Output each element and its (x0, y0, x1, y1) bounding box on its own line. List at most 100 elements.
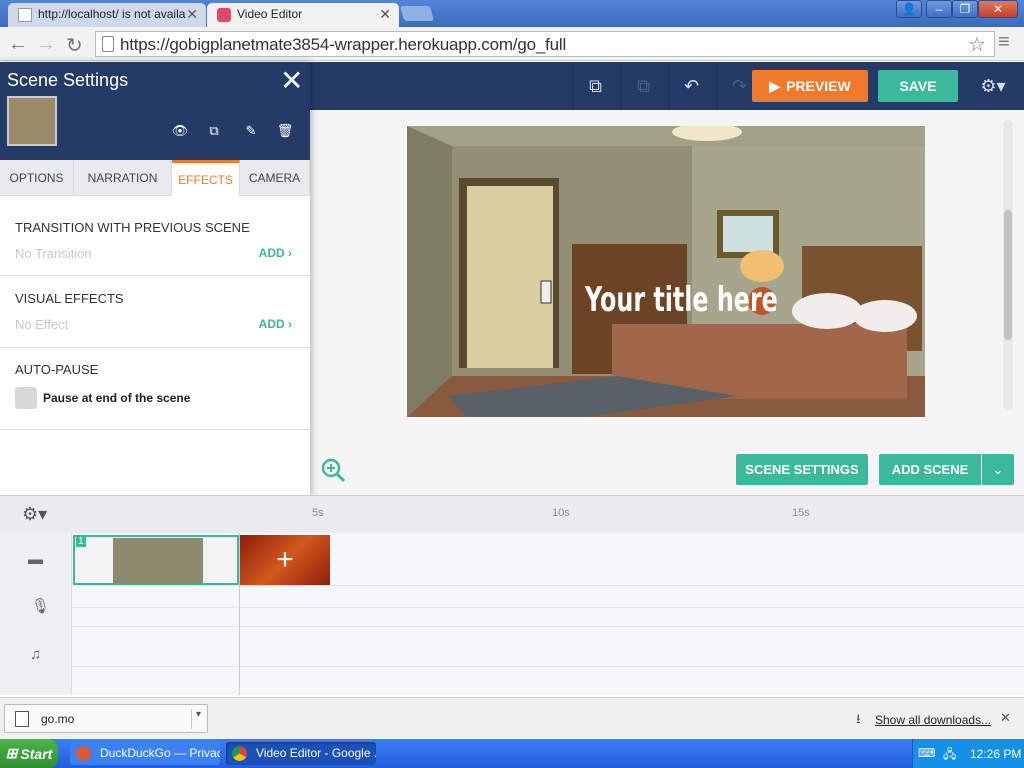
scene-clip-thumbnail (113, 538, 203, 584)
back-icon[interactable]: ← (8, 33, 28, 56)
tick-label: 5s (312, 507, 324, 519)
tab-title: http://localhost/ is not availa (38, 7, 186, 21)
new-tab-button[interactable] (399, 6, 435, 21)
keyboard-icon[interactable]: ⌨ (918, 746, 935, 760)
track-row (0, 608, 1024, 627)
add-clip-plus-icon[interactable]: + (240, 535, 330, 585)
track-icons-column: ▬ 🎙 ♫ (0, 533, 72, 695)
download-menu-chevron-icon[interactable]: ▾ (191, 709, 201, 729)
scrollbar-thumb[interactable] (1004, 210, 1012, 340)
scene-settings-panel: Scene Settings ✕ 👁 ⧉ ✎ 🗑 OPTIONS NARRATI… (0, 62, 310, 495)
os-taskbar: ⊞ Start DuckDuckGo — Privac... Video Edi… (0, 739, 1024, 768)
user-icon[interactable]: 👤 (896, 0, 922, 18)
scene-title-text[interactable]: Your title here (585, 280, 778, 320)
browser-tab-video-editor[interactable]: Video Editor ✕ (207, 3, 399, 27)
start-button[interactable]: ⊞ Start (0, 739, 58, 768)
duplicate-icon[interactable]: ⧉ (203, 120, 225, 142)
panel-tabs: OPTIONS NARRATION EFFECTS CAMERA (0, 160, 310, 196)
bedroom-background (407, 126, 925, 417)
add-visual-effect-link[interactable]: ADD › (259, 317, 292, 331)
paste-icon[interactable]: ⧉ (620, 62, 666, 110)
close-downloads-icon[interactable]: ✕ (1000, 710, 1011, 726)
preview-label: PREVIEW (786, 78, 851, 94)
show-all-downloads-link[interactable]: Show all downloads... (875, 713, 991, 727)
scene-canvas[interactable]: Your title here (407, 126, 925, 417)
save-button[interactable]: SAVE (878, 70, 958, 102)
visual-effects-value: No Effect (15, 317, 69, 332)
url-text: https://gobigplanetmate3854-wrapper.hero… (120, 35, 567, 54)
auto-pause-label: AUTO-PAUSE (15, 362, 99, 377)
minimize-button[interactable]: – (926, 0, 952, 18)
transition-value: No Transition (15, 246, 92, 261)
video-camera-icon: ▬ (28, 551, 43, 568)
microphone-icon: 🎙 (31, 598, 51, 615)
tab-narration[interactable]: NARRATION (74, 160, 172, 196)
task-label: DuckDuckGo — Privac... (100, 746, 220, 760)
restore-button[interactable]: ❐ (952, 0, 978, 18)
network-icon[interactable]: 🖧 (943, 745, 956, 766)
eye-icon[interactable]: 👁 (169, 120, 191, 142)
transition-label: TRANSITION WITH PREVIOUS SCENE (15, 220, 250, 235)
scene-number: 1 (76, 536, 86, 547)
undo-icon[interactable]: ↶ (668, 62, 714, 110)
play-circle-icon: ▶ (769, 77, 781, 94)
timeline-ruler: ⚙▾ 5s 10s 15s (0, 495, 1024, 533)
music-note-icon: ♫ (30, 646, 42, 663)
tab-title: Video Editor (237, 7, 303, 21)
taskbar-video-editor[interactable]: Video Editor - Google ... (226, 742, 376, 765)
close-panel-icon[interactable]: ✕ (280, 64, 303, 97)
download-icon: ⭳ (856, 711, 861, 726)
page-icon (18, 8, 32, 22)
voice-track (0, 586, 1024, 608)
scene-thumbnail (7, 96, 57, 146)
system-tray: ⌨ 🖧 12:26 PM (912, 739, 1024, 768)
tab-effects[interactable]: EFFECTS (172, 160, 240, 196)
downloads-bar: go.mo ▾ ⭳ Show all downloads... ✕ (0, 697, 1024, 739)
trash-icon[interactable]: 🗑 (274, 120, 296, 142)
file-icon (15, 711, 29, 727)
download-item[interactable]: go.mo ▾ (4, 704, 208, 733)
close-window-button[interactable]: ✕ (978, 0, 1018, 18)
close-tab-icon[interactable]: ✕ (379, 6, 391, 23)
taskbar-duckduckgo[interactable]: DuckDuckGo — Privac... (70, 742, 220, 765)
close-tab-icon[interactable]: ✕ (186, 6, 198, 23)
pause-at-end-label[interactable]: Pause at end of the scene (43, 391, 190, 405)
preview-button[interactable]: ▶ PREVIEW (752, 70, 868, 102)
settings-gear-icon[interactable]: ⚙▾ (970, 62, 1016, 110)
brush-icon[interactable]: ✎ (240, 120, 262, 142)
add-scene-dropdown-icon[interactable]: ⌄ (982, 454, 1014, 485)
copy-icon[interactable]: ⧉ (572, 62, 618, 110)
forward-icon[interactable]: → (36, 33, 56, 56)
pause-at-end-checkbox[interactable] (15, 387, 37, 409)
transition-section: TRANSITION WITH PREVIOUS SCENE No Transi… (0, 204, 310, 276)
auto-pause-section: AUTO-PAUSE (0, 348, 310, 430)
tick-label: 15s (792, 507, 810, 519)
clock-time[interactable]: 12:26 PM (970, 747, 1021, 761)
tab-options[interactable]: OPTIONS (0, 160, 74, 196)
video-editor-favicon (217, 8, 231, 22)
zoom-in-icon[interactable] (320, 457, 346, 483)
music-track (0, 627, 1024, 667)
timeline-settings-gear-icon[interactable]: ⚙▾ (22, 504, 47, 525)
visual-effects-section: VISUAL EFFECTS No Effect ADD › (0, 276, 310, 348)
browser-tab-localhost[interactable]: http://localhost/ is not availa ✕ (8, 3, 206, 27)
address-bar-row: ← → ↻ https://gobigplanetmate3854-wrappe… (0, 27, 1024, 61)
windows-logo-icon: ⊞ (5, 745, 18, 761)
page-info-icon[interactable] (102, 36, 114, 52)
bookmark-star-icon[interactable]: ☆ (968, 32, 986, 57)
tab-camera[interactable]: CAMERA (240, 160, 310, 196)
add-transition-link[interactable]: ADD › (259, 246, 292, 260)
add-scene-button[interactable]: ADD SCENE (879, 454, 981, 485)
panel-title: Scene Settings (7, 70, 129, 90)
tick-label: 10s (552, 507, 570, 519)
panel-header: Scene Settings ✕ 👁 ⧉ ✎ 🗑 (0, 62, 310, 160)
scene-settings-button[interactable]: SCENE SETTINGS (736, 454, 868, 485)
chrome-icon (232, 746, 247, 761)
url-input[interactable]: https://gobigplanetmate3854-wrapper.hero… (95, 31, 995, 57)
reload-icon[interactable]: ↻ (66, 33, 83, 58)
menu-icon[interactable]: ≡ (998, 31, 1010, 54)
scene-clip[interactable]: 1 (73, 535, 239, 585)
add-label: ADD (258, 246, 285, 260)
add-label: ADD (258, 317, 285, 331)
download-filename: go.mo (41, 712, 75, 726)
